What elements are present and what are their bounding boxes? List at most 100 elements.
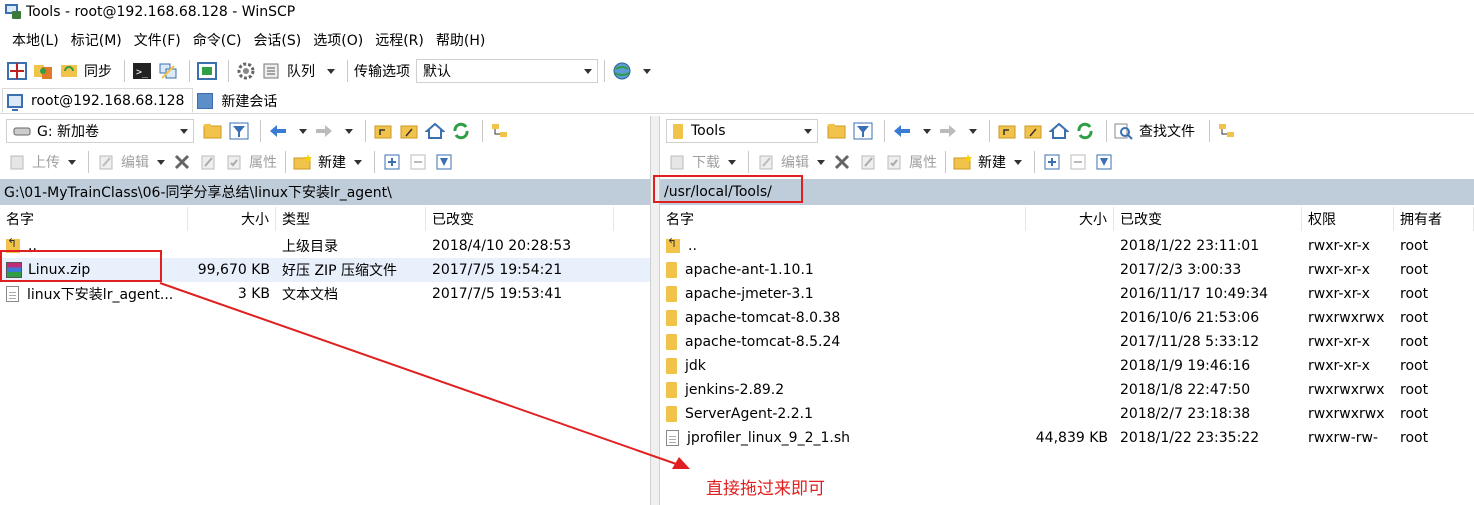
table-row[interactable]: linux下安装lr_agent... 3 KB 文本文档 2017/7/5 1… xyxy=(0,282,650,306)
remote-col-owner[interactable]: 拥有者 xyxy=(1394,207,1474,231)
tree-view-icon[interactable] xyxy=(1216,120,1238,142)
table-row[interactable]: apache-tomcat-8.0.38 2016/10/6 21:53:06 … xyxy=(660,306,1474,330)
edit-dropdown-icon[interactable] xyxy=(817,159,825,165)
local-path-bar[interactable]: G:\01-MyTrainClass\06-同学分享总结\linux下安装lr_… xyxy=(0,179,650,205)
delete-icon[interactable] xyxy=(831,151,853,173)
menu-commands[interactable]: 命令(C) xyxy=(187,28,248,52)
filter-select-icon[interactable] xyxy=(1093,151,1115,173)
select-all-icon[interactable] xyxy=(381,151,403,173)
parent-directory-icon[interactable] xyxy=(996,120,1018,142)
find-files-button[interactable]: 查找文件 xyxy=(1139,121,1195,141)
remote-col-size[interactable]: 大小 xyxy=(1026,207,1114,231)
new-button[interactable]: 新建 xyxy=(318,152,346,172)
table-row[interactable]: jdk 2018/1/9 19:46:16 rwxr-xr-x root xyxy=(660,354,1474,378)
gear-icon[interactable] xyxy=(235,60,257,82)
table-row[interactable]: jprofiler_linux_9_2_1.sh 44,839 KB 2018/… xyxy=(660,426,1474,450)
local-drive-select[interactable]: G: 新加卷 xyxy=(6,119,194,143)
home-icon[interactable] xyxy=(424,120,446,142)
tree-view-icon[interactable] xyxy=(489,120,511,142)
edit-button[interactable]: 编辑 xyxy=(781,152,809,172)
compare-directories-icon[interactable] xyxy=(6,60,28,82)
menu-remote[interactable]: 远程(R) xyxy=(369,28,430,52)
forward-history-dropdown-icon[interactable] xyxy=(969,128,977,134)
synchronize-browsing-icon[interactable] xyxy=(32,60,54,82)
transfer-settings-select[interactable]: 默认 xyxy=(416,59,598,83)
forward-arrow-icon[interactable] xyxy=(313,120,335,142)
putty-icon[interactable] xyxy=(157,60,179,82)
menu-file[interactable]: 文件(F) xyxy=(128,28,187,52)
download-dropdown-icon[interactable] xyxy=(728,159,736,165)
queue-button[interactable]: 队列 xyxy=(287,61,315,81)
open-folder-icon[interactable] xyxy=(826,120,848,142)
unselect-all-icon[interactable] xyxy=(407,151,429,173)
new-folder-icon[interactable] xyxy=(952,151,974,173)
properties-button[interactable]: 属性 xyxy=(249,152,277,172)
back-history-dropdown-icon[interactable] xyxy=(923,128,931,134)
edit-dropdown-icon[interactable] xyxy=(157,159,165,165)
remote-col-rights[interactable]: 权限 xyxy=(1302,207,1394,231)
back-history-dropdown-icon[interactable] xyxy=(299,128,307,134)
menu-local[interactable]: 本地(L) xyxy=(6,28,65,52)
forward-arrow-icon[interactable] xyxy=(937,120,959,142)
globe-icon[interactable] xyxy=(611,60,633,82)
queue-dropdown-arrow-icon[interactable] xyxy=(327,68,335,74)
menu-help[interactable]: 帮助(H) xyxy=(430,28,491,52)
download-icon[interactable] xyxy=(666,151,688,173)
rename-icon[interactable] xyxy=(197,151,219,173)
back-arrow-icon[interactable] xyxy=(891,120,913,142)
delete-icon[interactable] xyxy=(171,151,193,173)
queue-icon[interactable] xyxy=(261,60,283,82)
home-icon[interactable] xyxy=(1048,120,1070,142)
back-arrow-icon[interactable] xyxy=(267,120,289,142)
properties-button[interactable]: 属性 xyxy=(909,152,937,172)
remote-dir-select[interactable]: Tools xyxy=(666,119,818,143)
table-row[interactable]: jenkins-2.89.2 2018/1/8 22:47:50 rwxrwxr… xyxy=(660,378,1474,402)
menu-session[interactable]: 会话(S) xyxy=(247,28,307,52)
properties-icon[interactable] xyxy=(883,151,905,173)
new-session-tab[interactable]: 新建会话 xyxy=(193,88,285,113)
upload-icon[interactable] xyxy=(6,151,28,173)
menu-mark[interactable]: 标记(M) xyxy=(65,28,128,52)
new-dropdown-icon[interactable] xyxy=(1014,159,1022,165)
table-row[interactable]: .. 2018/1/22 23:11:01 rwxr-xr-x root xyxy=(660,234,1474,258)
table-row[interactable]: apache-jmeter-3.1 2016/11/17 10:49:34 rw… xyxy=(660,282,1474,306)
local-col-name[interactable]: 名字 xyxy=(0,207,188,231)
synchronize-icon[interactable] xyxy=(58,60,80,82)
rename-icon[interactable] xyxy=(857,151,879,173)
table-row[interactable]: apache-ant-1.10.1 2017/2/3 3:00:33 rwxr-… xyxy=(660,258,1474,282)
new-dropdown-icon[interactable] xyxy=(354,159,362,165)
menu-options[interactable]: 选项(O) xyxy=(307,28,369,52)
remote-col-name[interactable]: 名字 xyxy=(660,207,1026,231)
refresh-icon[interactable] xyxy=(450,120,472,142)
parent-directory-icon[interactable] xyxy=(372,120,394,142)
synchronize-button[interactable]: 同步 xyxy=(84,61,112,81)
globe-dropdown-arrow-icon[interactable] xyxy=(643,68,651,74)
root-directory-icon[interactable] xyxy=(398,120,420,142)
edit-icon[interactable] xyxy=(755,151,777,173)
properties-icon[interactable] xyxy=(223,151,245,173)
select-all-icon[interactable] xyxy=(1041,151,1063,173)
forward-history-dropdown-icon[interactable] xyxy=(345,128,353,134)
new-folder-icon[interactable] xyxy=(292,151,314,173)
edit-button[interactable]: 编辑 xyxy=(121,152,149,172)
open-folder-icon[interactable] xyxy=(202,120,224,142)
filter-icon[interactable] xyxy=(852,120,874,142)
edit-icon[interactable] xyxy=(95,151,117,173)
session-tab-root[interactable]: root@192.168.68.128 xyxy=(2,88,194,113)
unselect-all-icon[interactable] xyxy=(1067,151,1089,173)
remote-col-changed[interactable]: 已改变 xyxy=(1114,207,1302,231)
download-button[interactable]: 下载 xyxy=(692,152,720,172)
upload-dropdown-icon[interactable] xyxy=(68,159,76,165)
table-row[interactable]: ServerAgent-2.2.1 2018/2/7 23:18:38 rwxr… xyxy=(660,402,1474,426)
refresh-icon[interactable] xyxy=(1074,120,1096,142)
local-col-type[interactable]: 类型 xyxy=(276,207,426,231)
table-row[interactable]: apache-tomcat-8.5.24 2017/11/28 5:33:12 … xyxy=(660,330,1474,354)
local-col-changed[interactable]: 已改变 xyxy=(426,207,614,231)
upload-button[interactable]: 上传 xyxy=(32,152,60,172)
new-button[interactable]: 新建 xyxy=(978,152,1006,172)
find-files-icon[interactable] xyxy=(1113,120,1135,142)
local-col-size[interactable]: 大小 xyxy=(188,207,276,231)
filter-select-icon[interactable] xyxy=(433,151,455,173)
filter-icon[interactable] xyxy=(228,120,250,142)
root-directory-icon[interactable] xyxy=(1022,120,1044,142)
